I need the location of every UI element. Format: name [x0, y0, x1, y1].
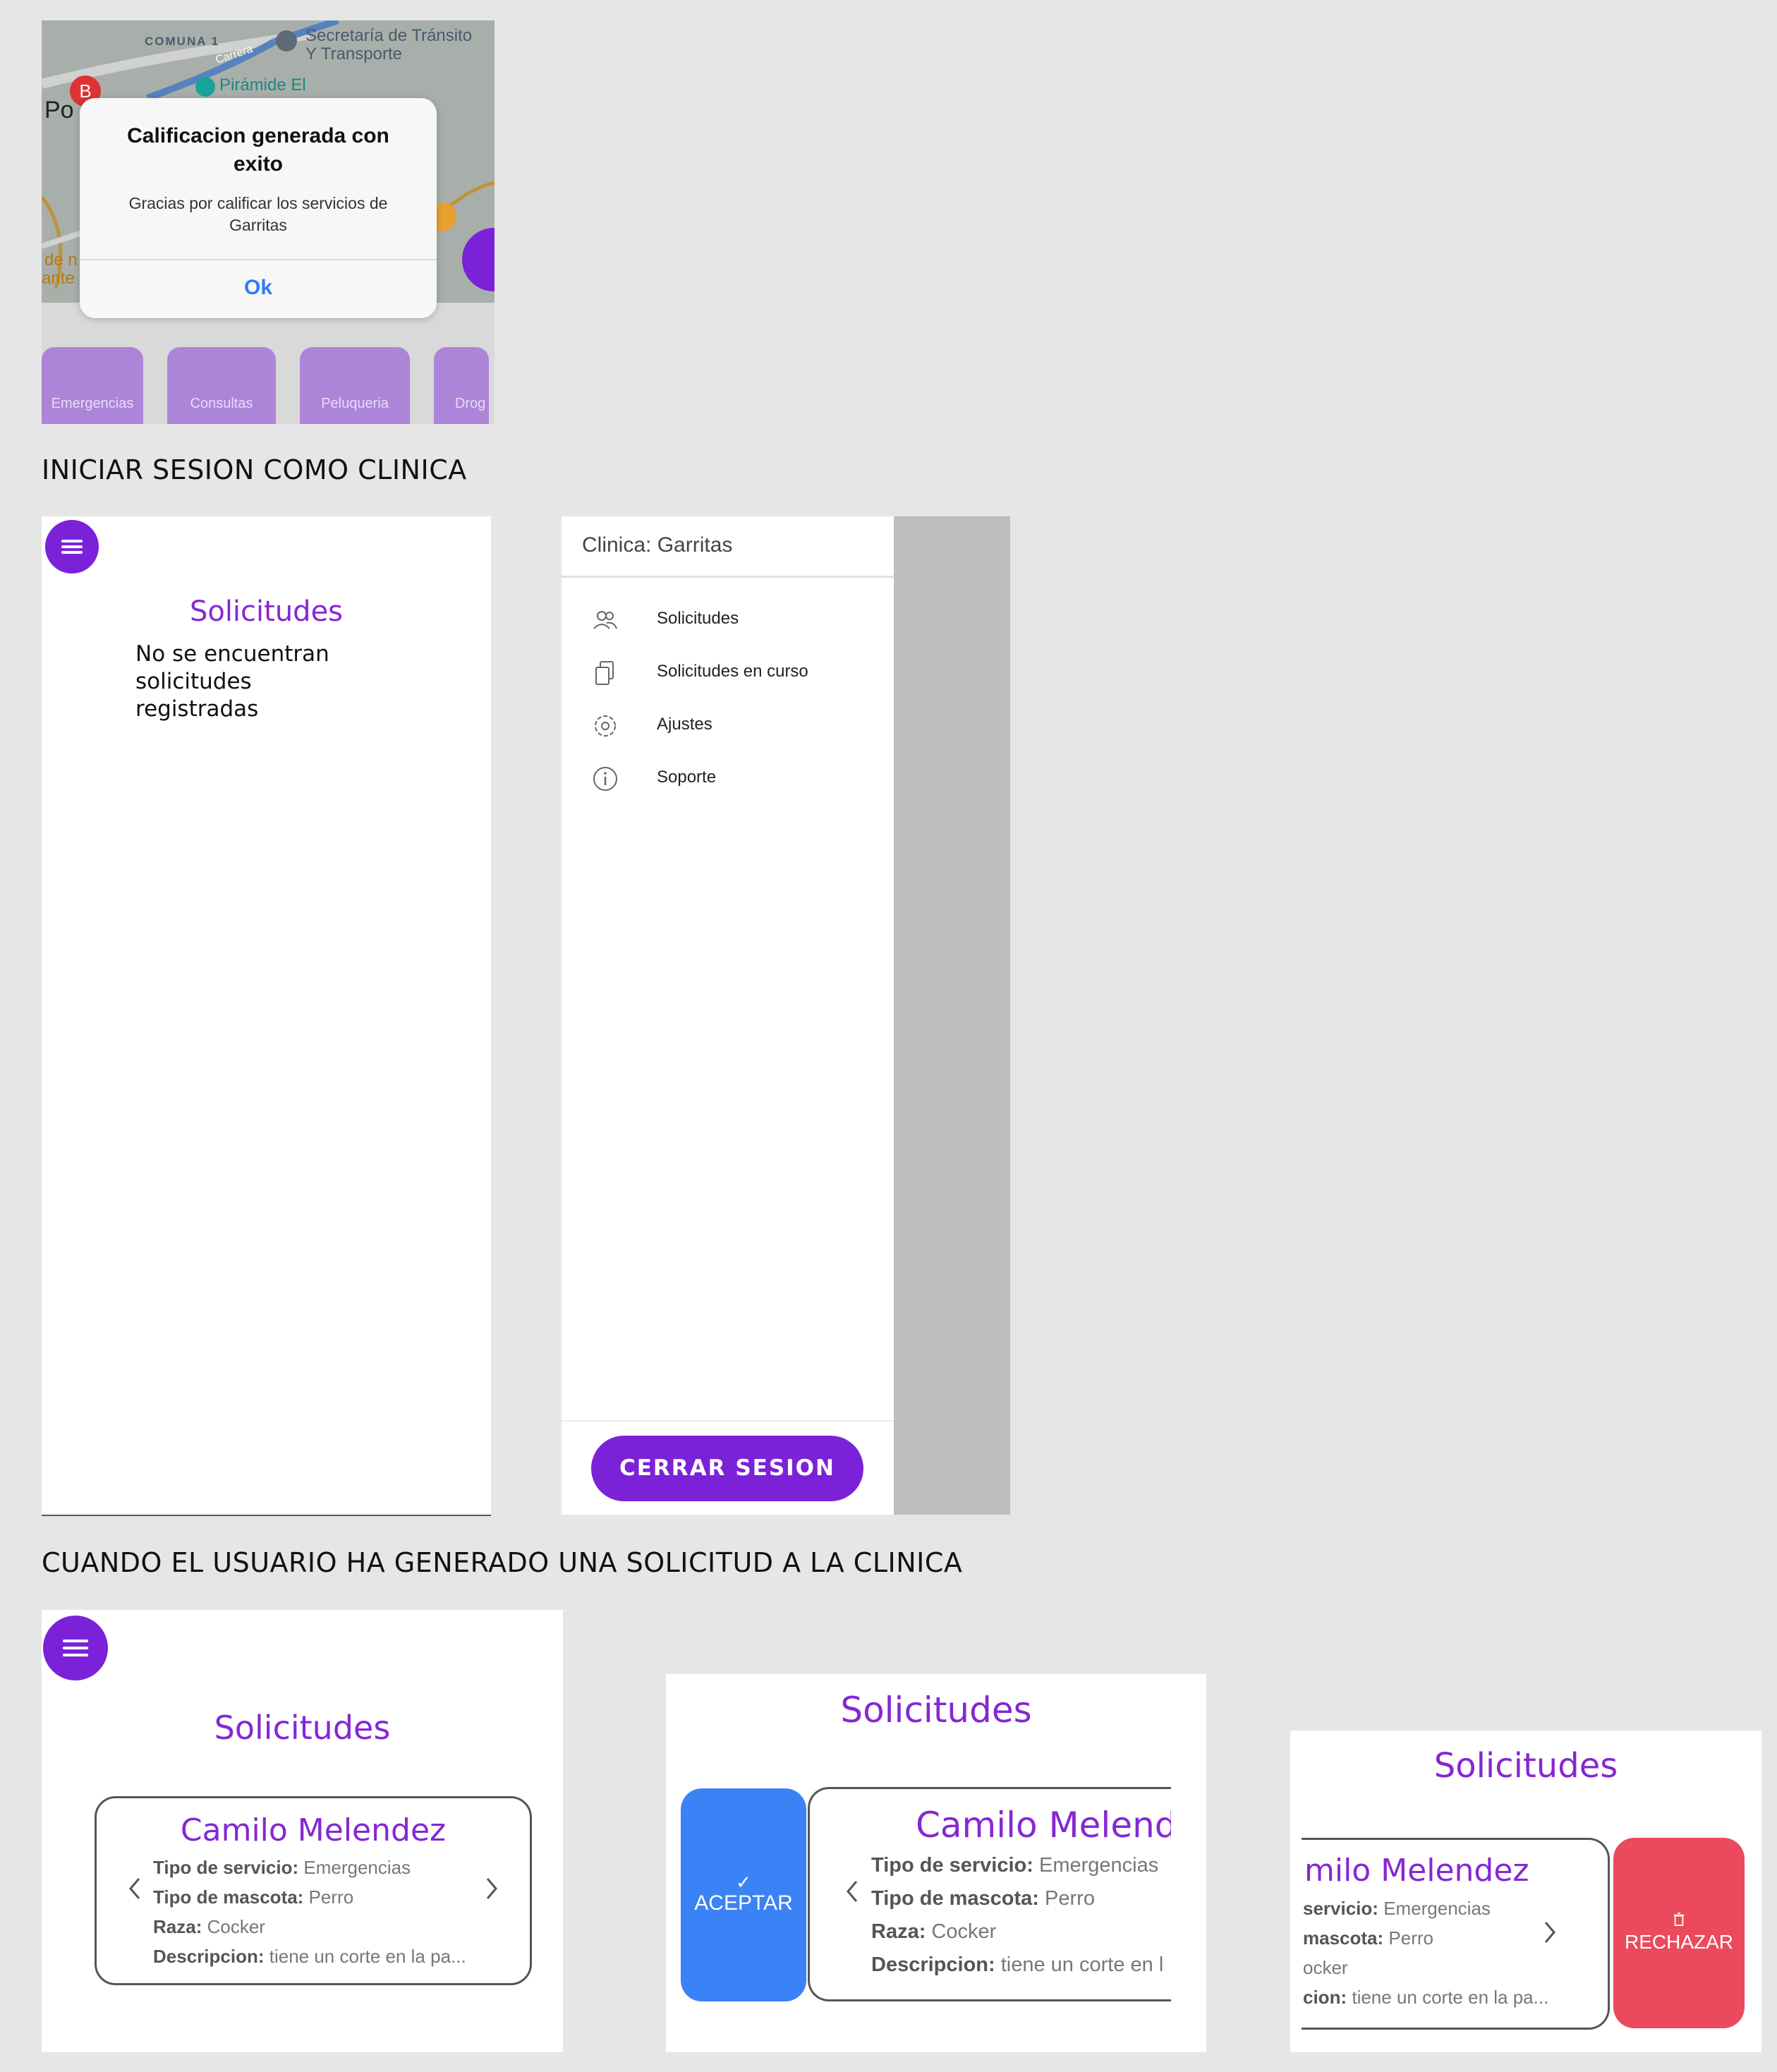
documents-icon: [595, 661, 614, 685]
logout-button[interactable]: CERRAR SESION: [591, 1436, 863, 1501]
menu-button[interactable]: [45, 520, 99, 574]
map-label-transito-1: Secretaría de Tránsito: [305, 26, 473, 45]
solicitudes-list-screen: Solicitudes Camilo Melendez Tipo de serv…: [42, 1610, 563, 2052]
reject-button[interactable]: RECHAZAR: [1613, 1838, 1745, 2028]
solicitudes-swipe-accept-screen: Solicitudes ✓ ACEPTAR Camilo Melende Tip…: [666, 1674, 1206, 2052]
map-label-ante: ante: [42, 269, 75, 288]
request-field-servicio: Tipo de servicio: Emergencias: [871, 1854, 1159, 1877]
users-icon: [593, 611, 617, 629]
drawer-clinic-name: Clinica: Garritas: [582, 533, 733, 557]
chevron-left-icon[interactable]: [845, 1879, 859, 1903]
drawer-item-solicitudes[interactable]: Solicitudes: [562, 598, 894, 640]
request-field-mascota: Tipo de mascota: Perro: [871, 1887, 1095, 1910]
map-label-comuna: COMUNA 1: [145, 35, 220, 48]
request-field-raza: Raza: Cocker: [153, 1916, 265, 1937]
menu-icon-line: [62, 1647, 89, 1649]
request-client-name: Camilo Melendez: [180, 1812, 447, 1848]
request-client-name: milo Melendez: [1304, 1853, 1529, 1889]
category-emergencias[interactable]: Emergencias: [42, 347, 143, 424]
category-consultas[interactable]: Consultas: [167, 347, 276, 424]
category-drog[interactable]: Drog: [434, 347, 489, 424]
solicitudes-swipe-reject-screen: Solicitudes milo Melendez servicio: Emer…: [1290, 1731, 1761, 2052]
drawer-item-label: Soporte: [657, 768, 717, 787]
menu-icon-line: [61, 545, 83, 548]
chevron-right-icon[interactable]: [485, 1877, 499, 1901]
station-icon: [195, 77, 215, 97]
drawer-item-ajustes[interactable]: Ajustes: [562, 703, 894, 746]
request-field-servicio: Tipo de servicio: Emergencias: [153, 1857, 411, 1878]
accept-button-label: ACEPTAR: [694, 1891, 793, 1915]
card-clip-mask: [1290, 1829, 1302, 2041]
dialog-title: Calificacion generada con exito: [127, 124, 389, 176]
request-field-descripcion: Descripcion: tiene un corte en la pa...: [153, 1946, 466, 1967]
request-field-mascota: Tipo de mascota: Perro: [153, 1886, 354, 1908]
request-card[interactable]: milo Melendez servicio: Emergencias masc…: [1290, 1838, 1610, 2030]
info-icon: [593, 767, 617, 791]
section-heading-clinic-login: INICIAR SESION COMO CLINICA: [42, 454, 467, 485]
drawer-footer-divider: [562, 1420, 894, 1422]
request-field-mascota: mascota: Perro: [1303, 1927, 1433, 1949]
drawer-item-label: Solicitudes: [657, 609, 739, 628]
request-field-descripcion: cion: tiene un corte en la pa...: [1303, 1987, 1549, 2008]
drawer-item-solicitudes-en-curso[interactable]: Solicitudes en curso: [562, 650, 894, 693]
map-screen: COMUNA 1 Carrera Secretaría de Tránsito …: [42, 20, 495, 424]
rating-success-dialog: Calificacion generada con exito Gracias …: [80, 98, 437, 318]
reject-button-label: RECHAZAR: [1624, 1931, 1733, 1953]
map-label-po: Po: [44, 97, 74, 123]
page-title: Solicitudes: [214, 1709, 391, 1747]
page-title: Solicitudes: [189, 595, 344, 628]
drawer-scrim[interactable]: [894, 516, 1010, 1515]
section-heading-user-request: CUANDO EL USUARIO HA GENERADO UNA SOLICI…: [42, 1547, 963, 1578]
request-client-name: Camilo Melende: [916, 1805, 1199, 1846]
map-label-de-n: de n: [44, 250, 78, 269]
chevron-right-icon[interactable]: [1543, 1920, 1557, 1944]
accept-button[interactable]: ✓ ACEPTAR: [681, 1788, 806, 2001]
request-field-raza: ocker: [1303, 1957, 1348, 1978]
trash-icon: [1673, 1913, 1685, 1926]
category-peluqueria[interactable]: Peluqueria: [300, 347, 410, 424]
request-field-servicio: servicio: Emergencias: [1303, 1898, 1491, 1919]
menu-icon: [62, 1640, 89, 1642]
map-label-transito-2: Y Transporte: [305, 44, 402, 63]
menu-button[interactable]: [43, 1616, 108, 1680]
request-field-descripcion: Descripcion: tiene un corte en l: [871, 1953, 1164, 1976]
gear-icon: [595, 715, 616, 737]
dialog-message: Gracias por calificar los servicios de G…: [128, 194, 388, 234]
request-field-raza: Raza: Cocker: [871, 1920, 997, 1943]
dialog-divider: [80, 259, 437, 260]
dialog-ok-button[interactable]: Ok: [80, 276, 437, 300]
drawer-item-label: Solicitudes en curso: [657, 662, 808, 681]
card-clip-mask: [1171, 1780, 1206, 2006]
map-label-piramide: Pirámide El: [219, 75, 306, 95]
check-icon: ✓: [736, 1872, 751, 1893]
request-card[interactable]: Camilo Melendez Tipo de servicio: Emerge…: [95, 1796, 532, 1985]
empty-message: No se encuentran solicitudes registradas: [135, 641, 329, 722]
menu-icon-line: [62, 1654, 89, 1656]
page-title: Solicitudes: [840, 1690, 1032, 1731]
navigation-drawer: Clinica: Garritas Solicitudes Solicitude…: [562, 516, 894, 1515]
menu-icon-line: [61, 551, 83, 554]
solicitudes-empty-screen: Solicitudes No se encuentran solicitudes…: [42, 516, 491, 1516]
drawer-header: Clinica: Garritas: [562, 516, 894, 578]
request-card[interactable]: Camilo Melende Tipo de servicio: Emergen…: [808, 1787, 1206, 2001]
drawer-item-label: Ajustes: [657, 715, 712, 734]
chevron-left-icon[interactable]: [128, 1877, 142, 1901]
navigation-drawer-screen: Clinica: Garritas Solicitudes Solicitude…: [562, 516, 1010, 1515]
drawer-item-soporte[interactable]: Soporte: [562, 756, 894, 799]
page-title: Solicitudes: [1433, 1746, 1618, 1786]
menu-icon: [61, 540, 83, 543]
bus-stop-icon: [276, 30, 297, 52]
